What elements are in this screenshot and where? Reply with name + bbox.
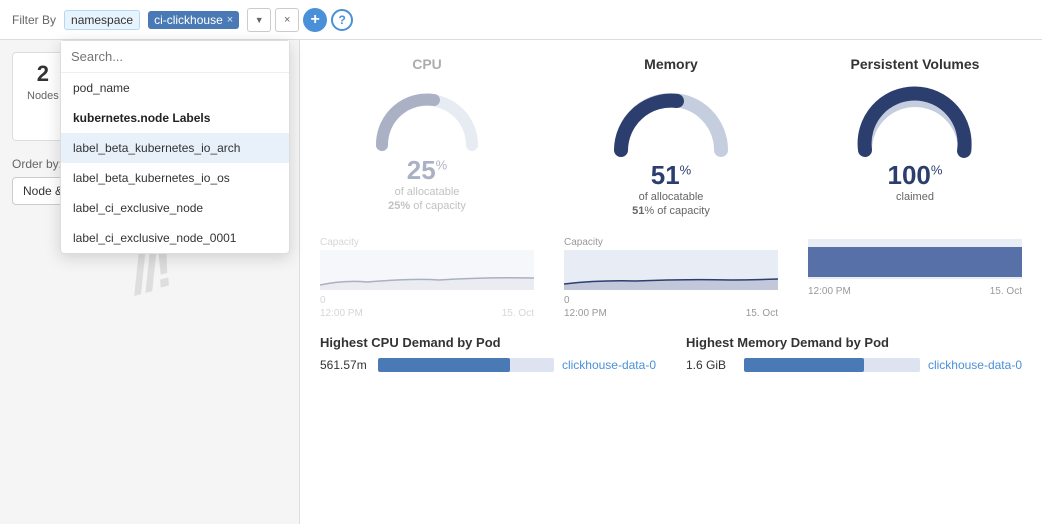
chart-x2-cpu: 15. Oct — [502, 308, 534, 319]
memory-section: Memory 51% of allocatable 51% of capacit… — [564, 56, 778, 217]
memory-demand-link[interactable]: clickhouse-data-0 — [928, 358, 1022, 372]
memory-gauge-sub2: 51% of capacity — [564, 205, 778, 217]
cpu-demand-value: 561.57m — [320, 358, 370, 372]
filter-controls: ▼ × + ? — [247, 8, 353, 32]
dropdown-item-os[interactable]: label_beta_kubernetes_io_os — [61, 163, 289, 193]
chart-x2-pv: 15. Oct — [990, 286, 1022, 297]
filter-label: Filter By — [12, 13, 56, 27]
chart-zero: 0 — [320, 295, 326, 306]
add-filter-button[interactable]: + — [303, 8, 327, 32]
cpu-gauge-value: 25% — [407, 155, 447, 185]
memory-title: Memory — [564, 56, 778, 72]
right-panel: CPU 25% of allocatable 25% of capacity M… — [300, 40, 1042, 524]
dropdown-item-exclusive[interactable]: label_ci_exclusive_node — [61, 193, 289, 223]
dropdown-item-k8s-labels[interactable]: kubernetes.node Labels — [61, 103, 289, 133]
cpu-demand-bar-bg — [378, 358, 554, 372]
cpu-gauge-sub1: of allocatable — [320, 186, 534, 198]
chart-x1-mem: 12:00 PM — [564, 308, 607, 319]
cpu-demand-link[interactable]: clickhouse-data-0 — [562, 358, 656, 372]
dropdown-search-input[interactable] — [61, 41, 289, 73]
metrics-row: CPU 25% of allocatable 25% of capacity M… — [320, 56, 1022, 217]
cpu-demand-row: 561.57m clickhouse-data-0 — [320, 358, 656, 372]
pv-chart-block: 12:00 PM 15. Oct — [808, 237, 1022, 319]
namespace-tag: namespace — [64, 10, 140, 30]
pv-gauge-percent: 100% — [888, 160, 943, 190]
memory-demand-block: Highest Memory Demand by Pod 1.6 GiB cli… — [686, 335, 1022, 372]
chart-area: Capacity 0 12:00 PM 15. Oct Capac — [320, 237, 1022, 319]
cpu-demand-title: Highest CPU Demand by Pod — [320, 335, 656, 350]
memory-demand-row: 1.6 GiB clickhouse-data-0 — [686, 358, 1022, 372]
demand-section: Highest CPU Demand by Pod 561.57m clickh… — [320, 335, 1022, 372]
memory-demand-bar-bg — [744, 358, 920, 372]
filter-chip[interactable]: ci-clickhouse × — [148, 11, 239, 29]
nodes-count: 2 — [27, 61, 59, 87]
top-bar: Filter By namespace ci-clickhouse × ▼ × … — [0, 0, 1042, 40]
chip-close-icon[interactable]: × — [227, 14, 233, 26]
memory-gauge-sub1: of allocatable — [564, 191, 778, 203]
chart-x2-mem: 15. Oct — [746, 308, 778, 319]
help-button[interactable]: ? — [331, 9, 353, 31]
cpu-demand-block: Highest CPU Demand by Pod 561.57m clickh… — [320, 335, 656, 372]
memory-gauge-percent: 51% — [651, 160, 691, 190]
cpu-chart-block: Capacity 0 12:00 PM 15. Oct — [320, 237, 534, 319]
cpu-demand-bar-fill — [378, 358, 510, 372]
memory-demand-value: 1.6 GiB — [686, 358, 736, 372]
memory-demand-title: Highest Memory Demand by Pod — [686, 335, 1022, 350]
filter-down-button[interactable]: ▼ — [247, 8, 271, 32]
memory-chart-block: Capacity 0 12:00 PM 15. Oct — [564, 237, 778, 319]
nodes-label: Nodes — [27, 90, 59, 102]
chip-label: ci-clickhouse — [154, 13, 223, 27]
memory-demand-bar-fill — [744, 358, 864, 372]
cpu-capacity-label: Capacity — [320, 237, 359, 248]
filter-clear-button[interactable]: × — [275, 8, 299, 32]
pv-title: Persistent Volumes — [808, 56, 1022, 72]
dropdown-item-arch[interactable]: label_beta_kubernetes_io_arch — [61, 133, 289, 163]
cpu-gauge-sub2: 25% of capacity — [320, 200, 534, 212]
dropdown-item-pod-name[interactable]: pod_name — [61, 73, 289, 103]
memory-capacity-label: Capacity — [564, 237, 603, 248]
main-content: 2 Nodes 1 Pods 1 Healthy 0 Alerting 0 — [0, 40, 1042, 524]
pv-section: Persistent Volumes 100% claimed — [808, 56, 1022, 217]
dropdown-item-exclusive-0001[interactable]: label_ci_exclusive_node_0001 — [61, 223, 289, 253]
chart-zero-mem: 0 — [564, 295, 570, 306]
filter-dropdown: pod_name kubernetes.node Labels label_be… — [60, 40, 290, 254]
cpu-title: CPU — [320, 56, 534, 72]
pv-gauge-sub1: claimed — [808, 191, 1022, 203]
cpu-section: CPU 25% of allocatable 25% of capacity — [320, 56, 534, 217]
chart-x1-cpu: 12:00 PM — [320, 308, 363, 319]
chart-x1-pv: 12:00 PM — [808, 286, 851, 297]
